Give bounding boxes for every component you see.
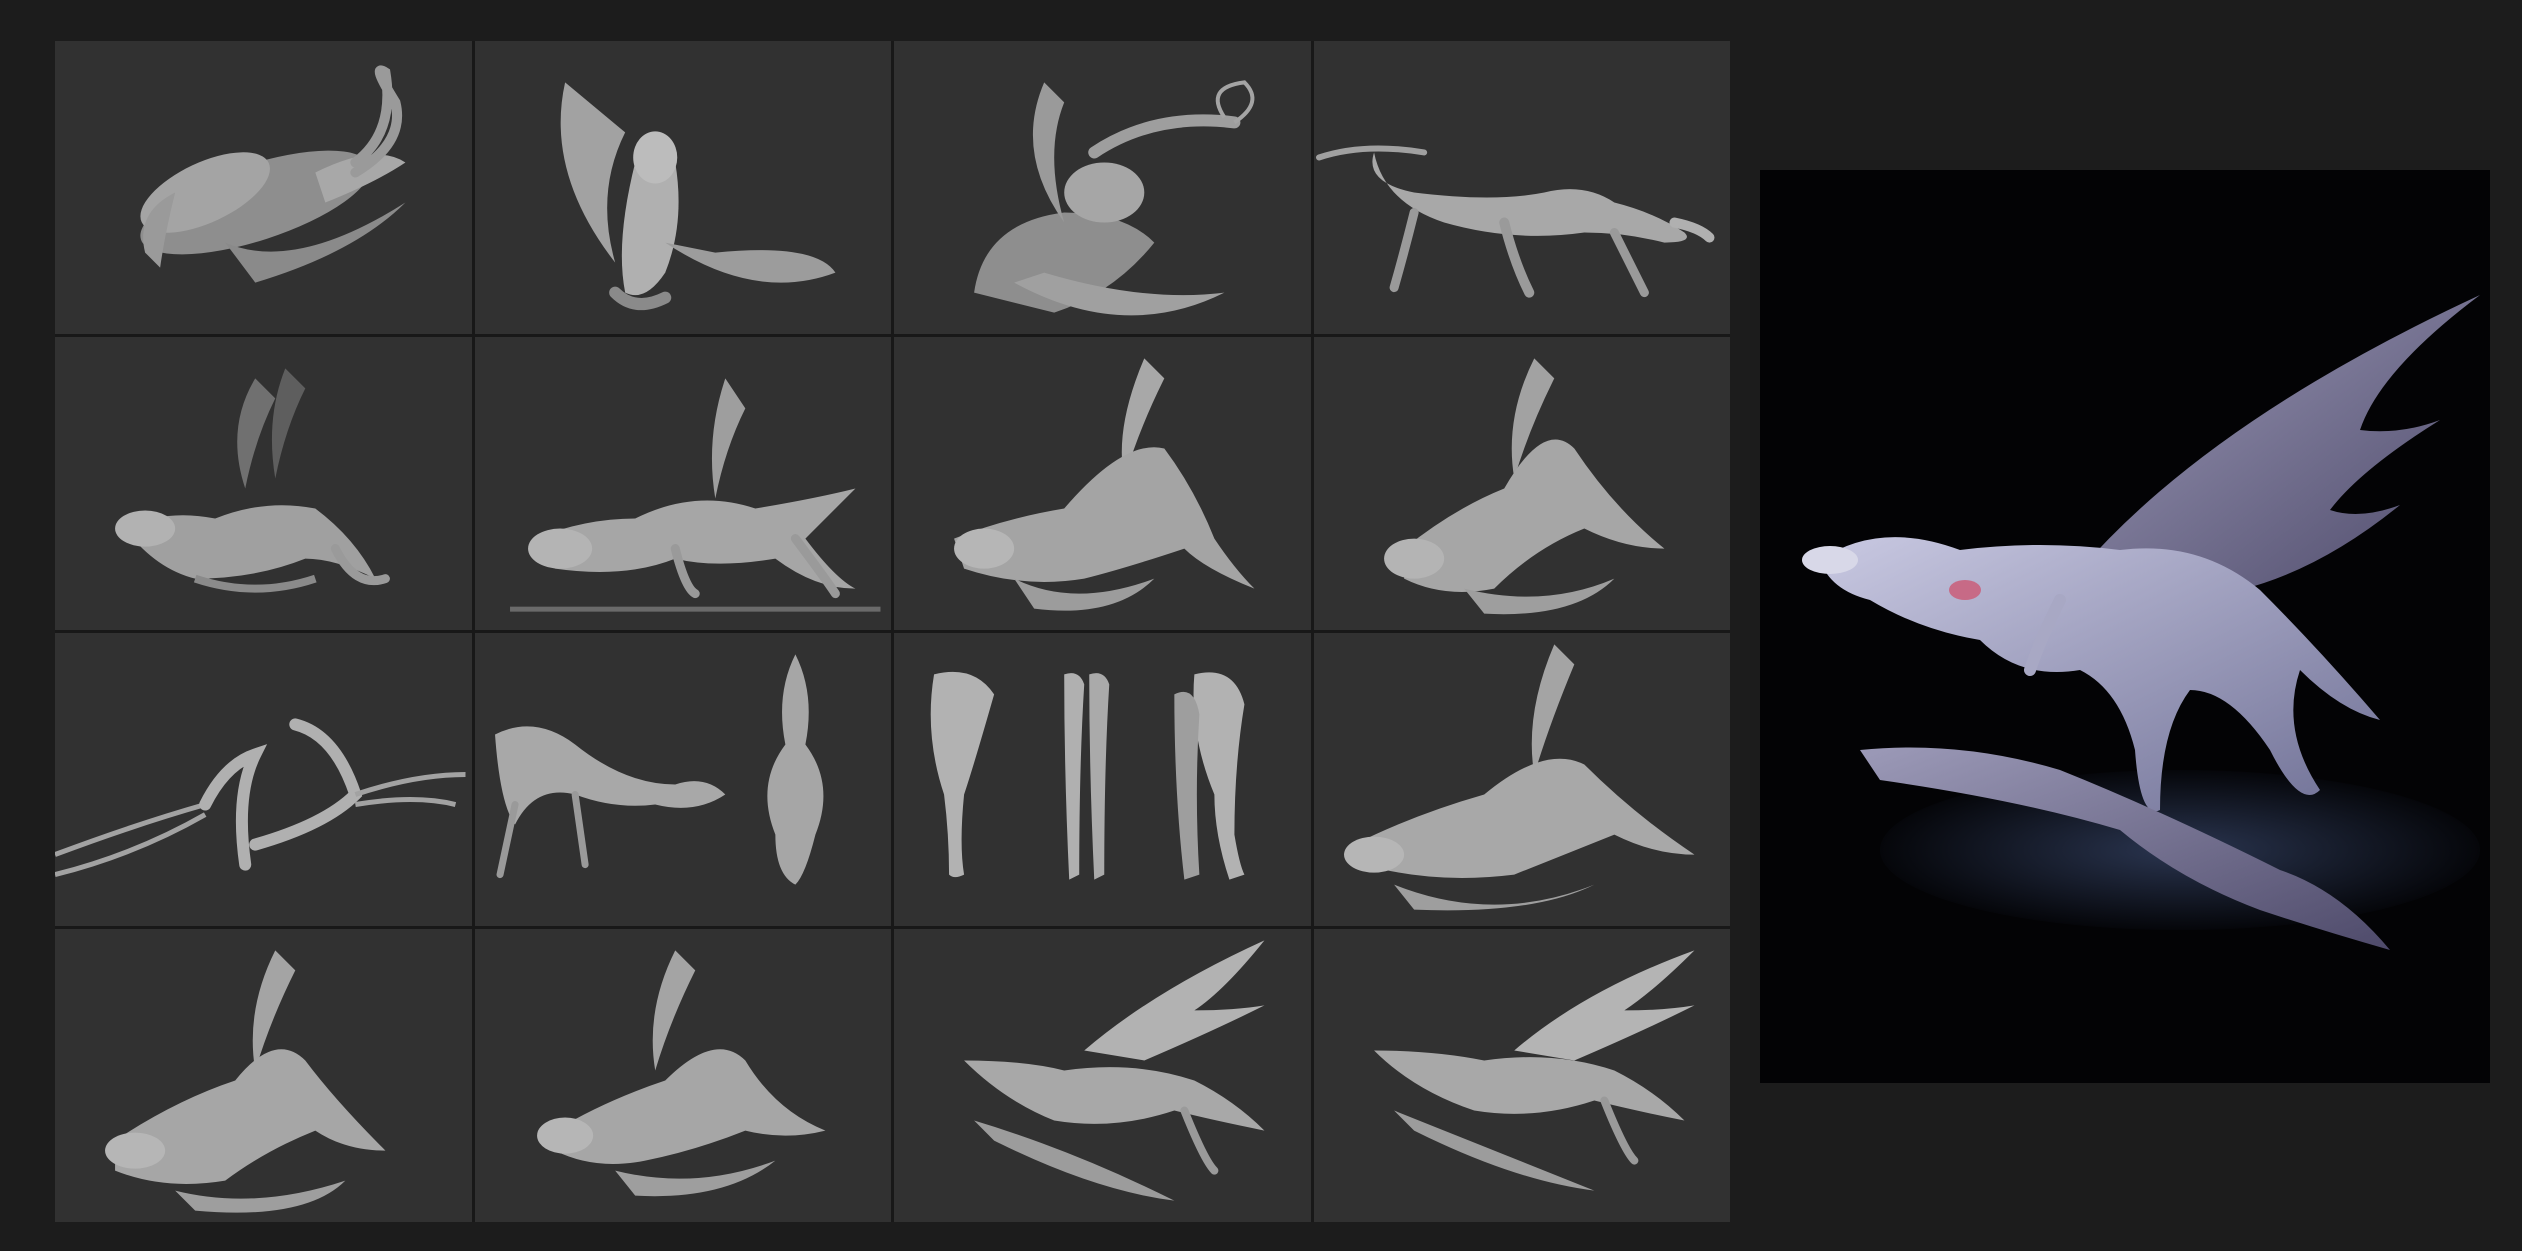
thumbnail-leap-wings-spread[interactable]: [894, 929, 1311, 1222]
thumbnail-arm-wing-bones[interactable]: [55, 633, 472, 926]
thumbnail-wing-spread[interactable]: [474, 41, 891, 334]
thumbnail-walking-creature[interactable]: [1313, 41, 1730, 334]
crouch-wings-folded-sculpt: [954, 358, 1255, 611]
thumbnail-hind-leg-studies[interactable]: [894, 633, 1311, 926]
thumbnail-side-and-top-view[interactable]: [474, 633, 891, 926]
thumbnail-crouch-wings-up[interactable]: [55, 337, 472, 630]
thumbnail-crouch-wing-down[interactable]: [1313, 633, 1730, 926]
side-and-top-view-sculpt: [494, 654, 823, 885]
crouch-front-angle-sculpt: [1383, 358, 1664, 615]
arm-wing-bones-sculpt: [55, 718, 466, 878]
crouch-wing-down-sculpt: [1343, 644, 1694, 911]
thumbnail-crouch-low-angle[interactable]: [55, 929, 472, 1222]
crouch-three-quarter-sculpt: [536, 950, 825, 1197]
thumbnail-crouch-wings-folded[interactable]: [894, 337, 1311, 630]
thumbnail-tail-curl[interactable]: [894, 41, 1311, 334]
thumbnail-lunge-with-base[interactable]: [474, 337, 891, 630]
tail-curl-sculpt: [974, 80, 1255, 316]
sheet: [0, 0, 2522, 1251]
thumbnail-leap-wings-back[interactable]: [1313, 929, 1730, 1222]
thumbnail-curled-creature[interactable]: [55, 41, 472, 334]
leap-wings-spread-sculpt: [964, 940, 1265, 1201]
thumbnail-crouch-front-angle[interactable]: [1313, 337, 1730, 630]
sculpt-thumbnail-grid: [55, 41, 1730, 1222]
bat-creature-render: [1802, 295, 2480, 950]
curled-creature-sculpt: [140, 65, 406, 283]
hind-leg-studies-sculpt: [930, 671, 1245, 880]
lunge-with-base-sculpt: [509, 378, 880, 612]
wing-spread-sculpt: [560, 82, 835, 310]
final-render-image: [1760, 170, 2490, 1083]
crouch-low-angle-sculpt: [105, 950, 386, 1213]
walking-creature-sculpt: [1315, 145, 1714, 298]
crouch-wings-up-sculpt: [115, 368, 390, 593]
leap-wings-back-sculpt: [1373, 950, 1694, 1191]
thumbnail-crouch-three-quarter[interactable]: [474, 929, 891, 1222]
